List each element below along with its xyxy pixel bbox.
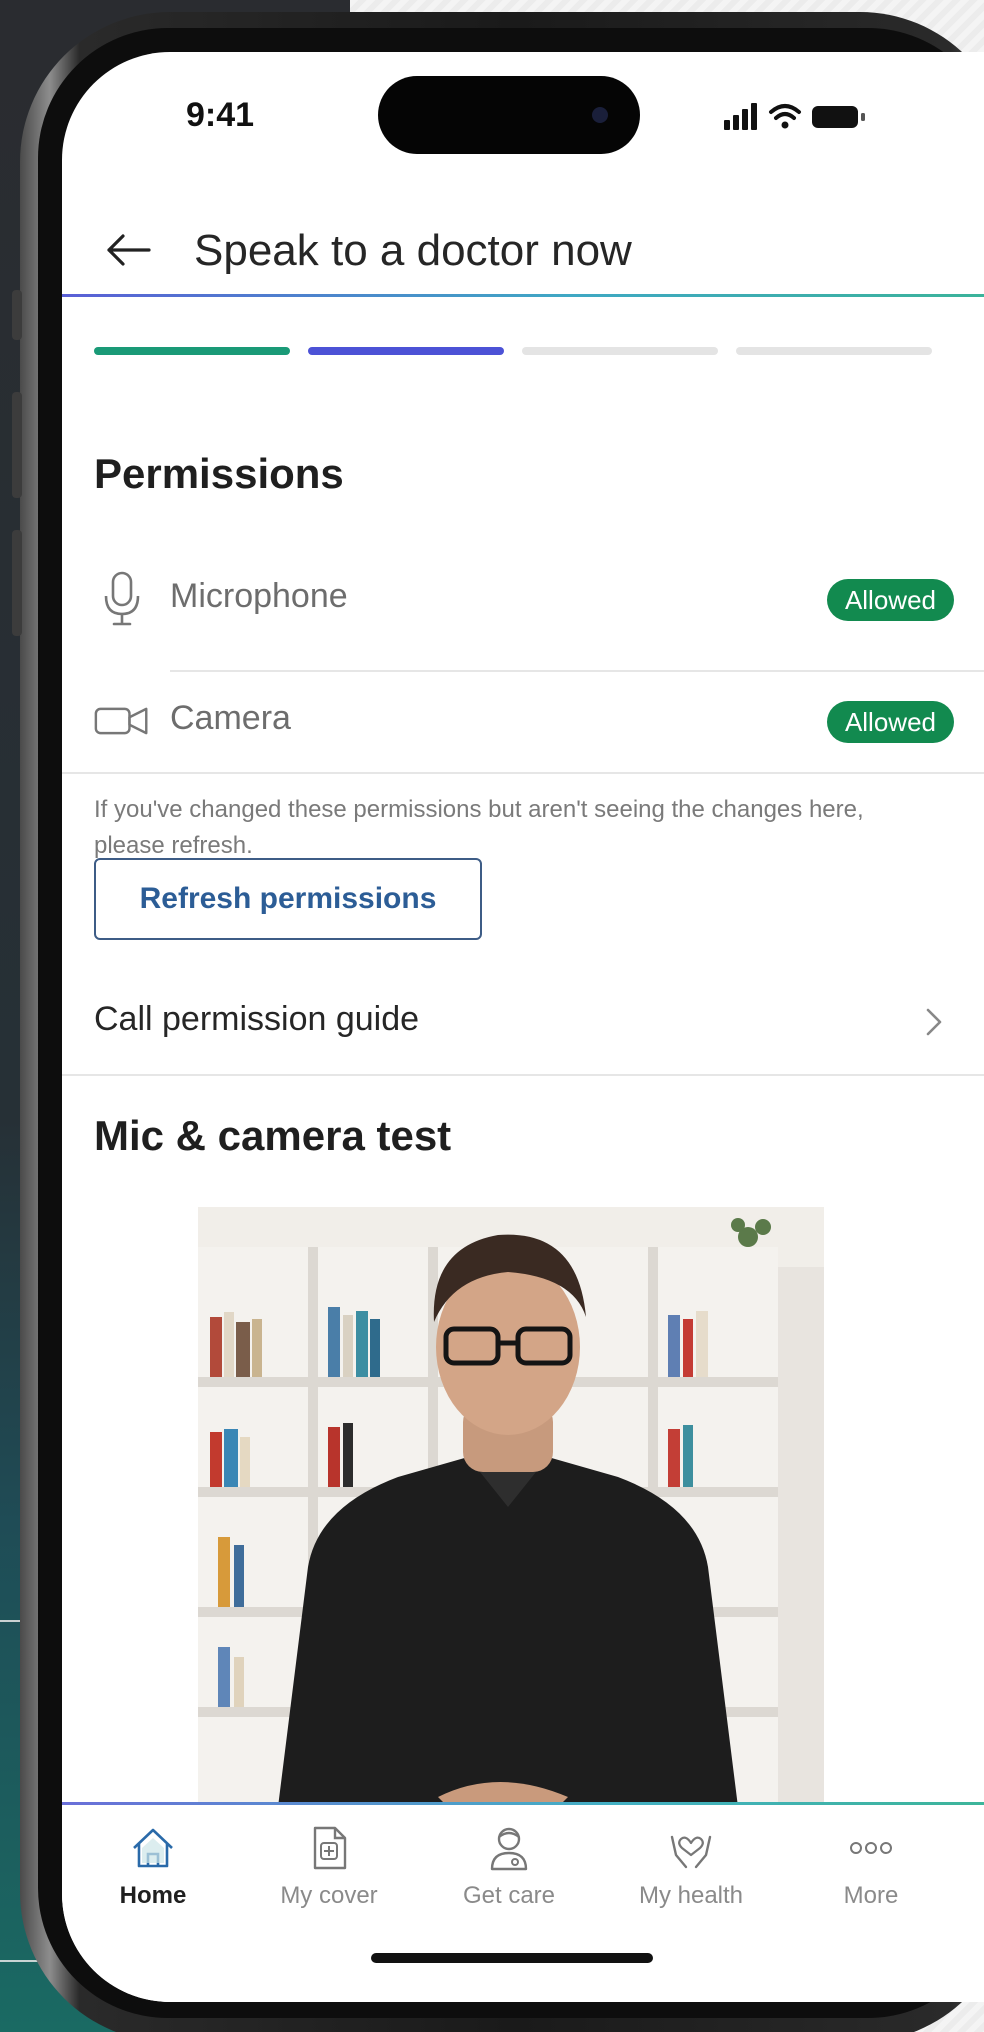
call-permission-guide-link[interactable]: Call permission guide [94,988,954,1058]
status-icons [714,100,884,134]
home-icon [129,1824,177,1872]
bottom-nav-divider [62,1802,984,1805]
mic-camera-test-heading: Mic & camera test [94,1112,452,1159]
front-camera [592,107,608,123]
progress-step-current [308,347,504,355]
nav-label: My health [638,1882,744,1909]
volume-up-button [12,392,22,498]
doctor-icon [485,1824,533,1872]
arrow-left-icon [107,234,151,266]
home-indicator[interactable] [371,1953,653,1963]
progress-stepper [94,347,954,357]
signal-icon [724,103,757,130]
microphone-icon [94,569,150,629]
wifi-icon [769,104,801,120]
volume-down-button [12,530,22,636]
page-header: Speak to a doctor now [62,212,984,294]
permissions-heading: Permissions [94,450,344,497]
row-divider [170,670,984,672]
app-screen: 9:41 Speak to a doctor now Permissions M… [62,52,984,2002]
permission-row-microphone: Microphone Allowed [94,557,984,641]
wifi-dot [781,121,789,129]
permission-label: Microphone [170,577,348,615]
status-badge: Allowed [826,579,954,621]
nav-item-home[interactable]: Home [68,1824,238,1924]
status-time: 9:41 [186,96,255,134]
nav-label: More [843,1882,899,1909]
mute-switch [12,290,22,340]
camera-preview-image [198,1207,824,1807]
progress-step-done [94,347,290,355]
permissions-help-text: If you've changed these permissions but … [94,796,864,859]
battery-icon [812,106,865,128]
status-badge: Allowed [826,701,954,743]
refresh-permissions-button[interactable]: Refresh permissions [94,858,482,940]
nav-item-get-care[interactable]: Get care [424,1824,594,1924]
guide-link-label: Call permission guide [94,1000,420,1038]
chevron-right-icon [914,1000,954,1044]
camera-icon [94,691,150,751]
document-plus-icon [305,1824,353,1872]
permission-row-camera: Camera Allowed [94,679,984,763]
nav-label: My cover [280,1882,378,1909]
page-title: Speak to a doctor now [194,226,632,275]
heart-hands-icon [667,1824,715,1872]
more-icon [847,1824,895,1872]
refresh-permissions-label: Refresh permissions [139,882,437,915]
camera-preview [198,1207,824,1807]
permission-label: Camera [170,699,291,737]
back-button[interactable] [102,224,154,276]
progress-step-pending [522,347,718,355]
nav-item-more[interactable]: More [786,1824,956,1924]
header-divider [62,294,984,297]
nav-item-my-health[interactable]: My health [606,1824,776,1924]
section-divider [62,772,984,774]
nav-label: Get care [462,1882,556,1909]
nav-item-my-cover[interactable]: My cover [244,1824,414,1924]
progress-step-pending [736,347,932,355]
section-divider [62,1074,984,1076]
nav-label: Home [119,1882,187,1909]
